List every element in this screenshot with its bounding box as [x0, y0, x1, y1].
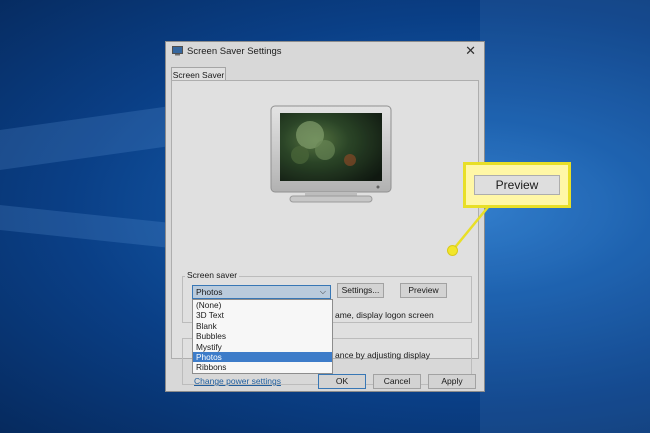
monitor-icon: [172, 46, 183, 56]
dropdown-option-photos[interactable]: Photos: [193, 351, 332, 363]
monitor-preview: [270, 105, 392, 203]
screen-saver-settings-dialog: Screen Saver Settings ✕ Screen Saver Scr…: [165, 41, 485, 392]
preview-callout: Preview: [463, 162, 571, 208]
screen-saver-dropdown-list: (None) 3D Text Blank Bubbles Mystify Pho…: [192, 299, 333, 374]
dropdown-option-mystify[interactable]: Mystify: [193, 342, 332, 352]
title-bar: Screen Saver Settings ✕: [166, 42, 484, 62]
dropdown-option-ribbons[interactable]: Ribbons: [193, 362, 332, 372]
logon-screen-text: ame, display logon screen: [335, 310, 434, 320]
settings-button[interactable]: Settings...: [337, 283, 384, 298]
window-title: Screen Saver Settings: [187, 46, 282, 57]
light-beam: [480, 0, 650, 433]
change-power-settings-link[interactable]: Change power settings: [194, 376, 281, 386]
preview-callout-button: Preview: [474, 175, 560, 195]
apply-button[interactable]: Apply: [428, 374, 476, 389]
close-icon[interactable]: ✕: [465, 43, 476, 59]
chevron-down-icon: ⌵: [319, 287, 326, 296]
dropdown-option-blank[interactable]: Blank: [193, 321, 332, 331]
screen-saver-select[interactable]: Photos ⌵: [192, 285, 331, 299]
dropdown-option-bubbles[interactable]: Bubbles: [193, 331, 332, 341]
power-description-text: ance by adjusting display: [335, 350, 430, 360]
dropdown-option-none[interactable]: (None): [193, 300, 332, 310]
ok-button[interactable]: OK: [318, 374, 366, 389]
screen-saver-group-label: Screen saver: [185, 270, 240, 280]
callout-pointer-dot: [448, 246, 457, 255]
preview-button[interactable]: Preview: [400, 283, 447, 298]
screen-saver-select-value: Photos: [196, 287, 223, 297]
cancel-button[interactable]: Cancel: [373, 374, 421, 389]
dropdown-option-3d-text[interactable]: 3D Text: [193, 310, 332, 320]
screen-saver-panel: Screen saver Photos ⌵ Settings... Previe…: [171, 80, 479, 386]
